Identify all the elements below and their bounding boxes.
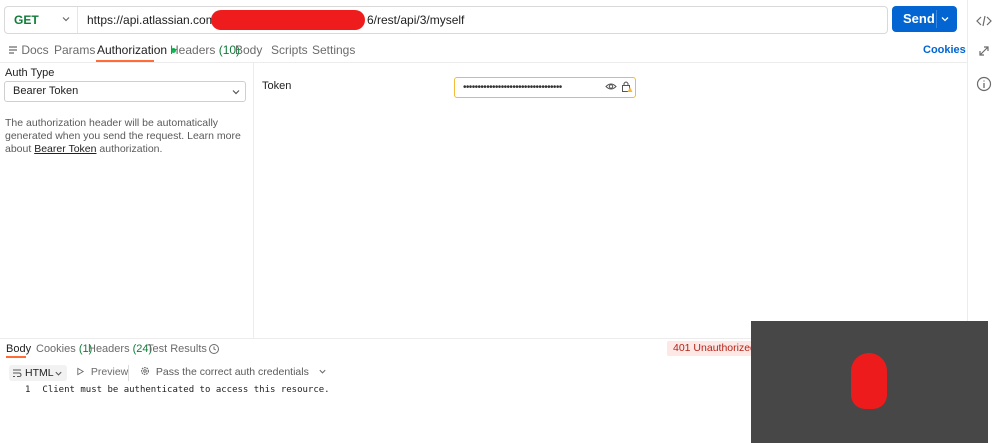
tab-params[interactable]: Params xyxy=(54,43,95,57)
tab-label: Body xyxy=(6,343,32,355)
lock-warning-icon[interactable] xyxy=(621,80,633,93)
chevron-down-icon xyxy=(62,17,70,22)
tab-headers[interactable]: Headers (10) xyxy=(170,43,240,57)
auth-panel-divider xyxy=(253,62,254,338)
cookies-link[interactable]: Cookies xyxy=(923,44,966,56)
tab-label: Body xyxy=(235,43,263,57)
chevron-down-icon xyxy=(319,369,326,374)
tab-label: Headers xyxy=(88,343,130,355)
tab-label: Settings xyxy=(312,43,356,57)
info-icon[interactable] xyxy=(975,75,993,93)
toolbar-divider xyxy=(128,365,129,381)
tabs-divider xyxy=(0,62,967,63)
help-suffix: authorization. xyxy=(96,143,163,155)
auth-type-value: Bearer Token xyxy=(13,85,79,97)
chevron-down-icon[interactable] xyxy=(940,14,950,24)
token-label: Token xyxy=(262,80,292,92)
auth-type-label: Auth Type xyxy=(5,67,55,79)
docs-icon xyxy=(9,46,17,54)
redaction-mark xyxy=(851,353,887,409)
history-icon[interactable] xyxy=(208,343,220,355)
credentials-hint[interactable]: Pass the correct auth credentials xyxy=(140,366,327,378)
eye-icon[interactable] xyxy=(605,81,617,92)
play-icon xyxy=(77,367,85,376)
token-input[interactable]: •••••••••••••••••••••••••••••••••• xyxy=(454,77,636,98)
auth-help-text: The authorization header will be automat… xyxy=(5,117,250,156)
resize-icon[interactable] xyxy=(975,42,993,60)
code-icon[interactable] xyxy=(975,12,993,30)
response-tab-test-results[interactable]: Test Results xyxy=(147,343,207,355)
token-value: •••••••••••••••••••••••••••••••••• xyxy=(463,82,562,93)
tab-label: Params xyxy=(54,43,96,57)
response-tab-headers[interactable]: Headers (24) xyxy=(88,343,152,355)
bearer-token-link[interactable]: Bearer Token xyxy=(34,143,96,155)
hint-label: Pass the correct auth credentials xyxy=(155,366,309,378)
wrap-icon xyxy=(13,369,22,377)
code-text: Client must be authenticated to access t… xyxy=(42,385,330,395)
method-label: GET xyxy=(14,13,39,27)
redaction-mark xyxy=(211,10,365,30)
gear-icon xyxy=(140,366,150,376)
send-button[interactable]: Send xyxy=(892,6,957,32)
tab-scripts[interactable]: Scripts xyxy=(271,43,308,57)
line-number: 1 xyxy=(25,385,31,395)
tab-settings[interactable]: Settings xyxy=(312,43,355,57)
chevron-down-icon xyxy=(55,371,62,376)
url-suffix: 6/rest/api/3/myself xyxy=(367,13,465,27)
tab-label: Headers xyxy=(170,43,216,57)
tab-docs[interactable]: Docs xyxy=(8,43,49,57)
response-body-line: 1 Client must be authenticated to access … xyxy=(25,385,330,395)
tab-label: Authorization xyxy=(97,43,168,57)
tab-label: Docs xyxy=(21,43,49,57)
tab-label: Scripts xyxy=(271,43,308,57)
tab-body[interactable]: Body xyxy=(235,43,262,57)
preview-button[interactable]: Preview xyxy=(76,366,128,378)
tab-label: Test Results xyxy=(147,343,207,355)
request-url-bar: GET https://api.atlassian.com/ex/jira/5 … xyxy=(4,6,888,34)
method-selector[interactable]: GET xyxy=(5,7,78,33)
send-label: Send xyxy=(903,11,935,26)
status-badge[interactable]: 401 Unauthorized xyxy=(667,341,762,356)
response-tab-cookies[interactable]: Cookies (1) xyxy=(36,343,92,355)
video-overlay xyxy=(751,321,988,443)
format-label: HTML xyxy=(25,367,54,379)
response-tab-body[interactable]: Body xyxy=(6,343,31,355)
tab-authorization[interactable]: Authorization xyxy=(97,43,177,57)
chevron-down-icon xyxy=(232,90,240,95)
preview-label: Preview xyxy=(90,366,129,378)
tab-label: Cookies xyxy=(36,343,76,355)
response-active-underline xyxy=(6,356,26,358)
send-divider xyxy=(936,10,937,28)
auth-type-select[interactable]: Bearer Token xyxy=(4,81,246,102)
format-select[interactable]: HTML xyxy=(9,365,67,381)
